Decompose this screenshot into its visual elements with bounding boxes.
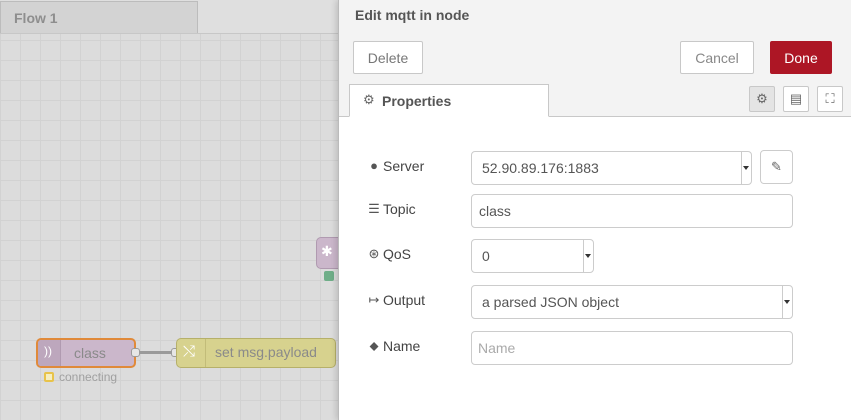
chevron-down-icon: [583, 240, 593, 272]
qos-value: 0: [482, 248, 490, 264]
asterisk-icon: ⊛: [368, 246, 380, 261]
server-row: ● Server 52.90.89.176:1883 ✎: [367, 150, 827, 185]
output-select[interactable]: a parsed JSON object: [471, 285, 793, 319]
done-button[interactable]: Done: [770, 41, 832, 74]
wifi-signal-icon: )): [44, 344, 52, 358]
gear-icon: ⚙: [363, 92, 375, 107]
change-icon-area: ⤭: [177, 339, 206, 367]
output-row: ↦ Output a parsed JSON object: [367, 285, 827, 319]
globe-icon: ●: [370, 158, 378, 173]
panel-tabstrip: ⚙ Properties ⚙ ▤ ⛶: [339, 80, 851, 117]
node-status-indicator: [324, 271, 334, 281]
cancel-button[interactable]: Cancel: [680, 41, 754, 74]
tab-properties[interactable]: ⚙ Properties: [349, 84, 549, 117]
sign-out-icon: ↦: [368, 292, 380, 307]
change-node-label: set msg.payload: [215, 344, 317, 360]
tab-properties-label: Properties: [382, 93, 452, 109]
qos-select[interactable]: 0: [471, 239, 594, 273]
flow-workspace[interactable]: Flow 1 ✱ )) class connecting ⤭ set msg.p…: [0, 0, 345, 420]
name-label: Name: [383, 338, 421, 354]
tasks-icon: ☰: [368, 201, 380, 216]
workspace-tab-bar: Flow 1: [0, 0, 345, 34]
server-value: 52.90.89.176:1883: [482, 160, 599, 176]
panel-toolbar: Delete Cancel Done: [339, 32, 851, 81]
chevron-down-icon: [782, 286, 792, 318]
settings-tab-button[interactable]: ⚙: [749, 86, 775, 112]
mqtt-node-label: class: [74, 345, 106, 361]
document-icon: ▤: [789, 91, 803, 106]
qos-label: QoS: [383, 246, 412, 262]
tab-flow-1[interactable]: Flow 1: [0, 1, 198, 33]
edit-node-panel: Edit mqtt in node Delete Cancel Done ⚙ P…: [338, 0, 851, 420]
name-placeholder: Name: [478, 340, 516, 356]
topic-label: Topic: [383, 201, 416, 217]
name-row: ⬥ Name Name: [367, 331, 827, 365]
mqtt-icon-area: )): [38, 340, 61, 366]
pencil-icon: ✎: [771, 159, 782, 174]
mqtt-output-port[interactable]: [131, 348, 140, 357]
edit-server-button[interactable]: ✎: [760, 150, 793, 184]
chevron-down-icon: [741, 152, 751, 184]
frame-icon: ⛶: [825, 91, 835, 106]
delete-button[interactable]: Delete: [353, 41, 423, 74]
output-value: a parsed JSON object: [482, 294, 619, 310]
mqtt-node-status: connecting: [59, 370, 118, 384]
topic-row: ☰ Topic class: [367, 194, 827, 228]
panel-header: Edit mqtt in node: [339, 0, 851, 33]
appearance-tab-button[interactable]: ⛶: [817, 86, 843, 112]
shuffle-icon: ⤭: [183, 343, 196, 360]
panel-title: Edit mqtt in node: [355, 7, 470, 23]
topic-value: class: [479, 203, 511, 219]
tag-icon: ⬥: [369, 338, 379, 353]
topic-input[interactable]: class: [471, 194, 793, 228]
server-label: Server: [383, 158, 425, 174]
qos-row: ⊛ QoS 0: [367, 239, 827, 273]
flow-tab-label: Flow 1: [14, 10, 58, 26]
mqtt-in-node[interactable]: )) class: [36, 338, 136, 368]
gear-icon: ⚙: [756, 91, 768, 106]
connecting-status-icon: [44, 372, 54, 382]
mqtt-node-icon: ✱: [321, 243, 333, 259]
name-input[interactable]: Name: [471, 331, 793, 365]
description-tab-button[interactable]: ▤: [783, 86, 809, 112]
server-select[interactable]: 52.90.89.176:1883: [471, 151, 752, 185]
output-label: Output: [383, 292, 426, 308]
change-node[interactable]: ⤭ set msg.payload: [176, 338, 336, 368]
